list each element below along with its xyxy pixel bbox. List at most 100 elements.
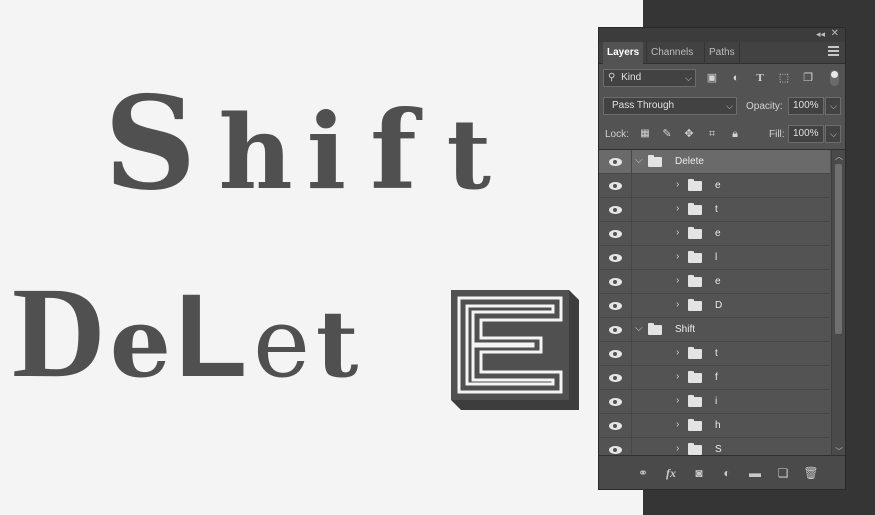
- lock-label: Lock:: [605, 129, 629, 140]
- layer-name: Shift: [675, 324, 696, 335]
- chevron-down-icon[interactable]: ⌵: [635, 155, 643, 166]
- new-layer-icon[interactable]: ❏: [775, 465, 791, 481]
- visibility-toggle[interactable]: [599, 318, 632, 341]
- layer-row[interactable]: › D: [599, 294, 830, 318]
- lock-artboard-icon[interactable]: ⌗: [703, 125, 721, 143]
- visibility-toggle[interactable]: [599, 414, 632, 437]
- art-letter-h: h: [218, 93, 293, 213]
- layer-name: t: [715, 348, 718, 359]
- layer-row[interactable]: › l: [599, 246, 830, 270]
- layer-row[interactable]: › t: [599, 198, 830, 222]
- filter-toggle[interactable]: [830, 70, 839, 86]
- chevron-right-icon[interactable]: ›: [676, 275, 679, 286]
- delete-artwork: D e L e t: [12, 268, 358, 398]
- chevron-down-icon: ⌵: [830, 129, 837, 139]
- lock-position-icon[interactable]: ✥: [680, 125, 698, 143]
- layer-row[interactable]: › h: [599, 414, 830, 438]
- panel-menu-icon[interactable]: [828, 46, 839, 57]
- layer-list-scrollbar[interactable]: ︿ ﹀: [831, 150, 845, 458]
- panel-titlebar[interactable]: ◂◂ ✕: [599, 28, 845, 42]
- eye-icon: [609, 326, 622, 334]
- blend-row: Pass Through ⌵ Opacity: 100% ⌵: [599, 95, 845, 117]
- tab-paths[interactable]: Paths: [704, 42, 740, 64]
- layer-row[interactable]: › e: [599, 270, 830, 294]
- folder-icon: [688, 251, 702, 263]
- layer-row[interactable]: › e: [599, 222, 830, 246]
- lock-all-icon[interactable]: 🔒︎: [726, 125, 744, 143]
- art-letter-i: i: [306, 90, 347, 213]
- chevron-right-icon[interactable]: ›: [676, 443, 679, 454]
- tab-channels[interactable]: Channels: [646, 42, 697, 64]
- opacity-dropdown[interactable]: ⌵: [825, 97, 841, 115]
- chevron-right-icon[interactable]: ›: [676, 179, 679, 190]
- filter-kind-select[interactable]: ⚲ Kind ⌵: [603, 69, 696, 87]
- fill-dropdown[interactable]: ⌵: [825, 125, 841, 143]
- visibility-toggle[interactable]: [599, 198, 632, 221]
- layer-name: f: [715, 372, 718, 383]
- chevron-down-icon: ⌵: [726, 101, 733, 111]
- visibility-toggle[interactable]: [599, 150, 632, 173]
- lock-transparent-icon[interactable]: ▦: [636, 125, 654, 143]
- layer-row-delete-group[interactable]: ⌵ Delete: [599, 150, 830, 174]
- new-group-icon[interactable]: ▬: [747, 465, 763, 481]
- chevron-right-icon[interactable]: ›: [676, 227, 679, 238]
- close-icon[interactable]: ✕: [831, 28, 839, 39]
- layer-row-shift-group[interactable]: ⌵ Shift: [599, 318, 830, 342]
- layer-row[interactable]: › f: [599, 366, 830, 390]
- chevron-right-icon[interactable]: ›: [676, 419, 679, 430]
- lock-pixels-icon[interactable]: ✎: [658, 125, 676, 143]
- document-canvas[interactable]: S h i f t D e L e t: [0, 0, 643, 515]
- visibility-toggle[interactable]: [599, 342, 632, 365]
- visibility-toggle[interactable]: [599, 222, 632, 245]
- mask-icon[interactable]: ◙: [691, 465, 707, 481]
- visibility-toggle[interactable]: [599, 174, 632, 197]
- collapse-icon[interactable]: ◂◂: [816, 29, 825, 40]
- adjustment-icon[interactable]: ◐: [719, 465, 735, 481]
- filter-row: ⚲ Kind ⌵ ▣ ◐ T ⬚ ❐: [599, 67, 845, 89]
- link-icon[interactable]: ⚭: [635, 465, 651, 481]
- filter-pixel-icon[interactable]: ▣: [703, 69, 721, 87]
- layer-name: t: [715, 204, 718, 215]
- blend-mode-select[interactable]: Pass Through ⌵: [603, 97, 737, 115]
- tab-layers[interactable]: Layers: [603, 42, 644, 64]
- filter-adjustment-icon[interactable]: ◐: [727, 69, 745, 87]
- layer-row[interactable]: › t: [599, 342, 830, 366]
- folder-icon: [688, 419, 702, 431]
- visibility-toggle[interactable]: [599, 390, 632, 413]
- fx-icon[interactable]: fx: [663, 465, 679, 481]
- folder-icon: [648, 155, 662, 167]
- art-letter-t2: t: [315, 290, 359, 398]
- layer-row[interactable]: › e: [599, 174, 830, 198]
- filter-shape-icon[interactable]: ⬚: [775, 69, 793, 87]
- filter-type-icon[interactable]: T: [751, 69, 769, 87]
- chevron-down-icon[interactable]: ⌵: [635, 323, 643, 334]
- maze-e-artwork: [451, 290, 579, 410]
- eye-icon: [609, 182, 622, 190]
- eye-icon: [609, 206, 622, 214]
- trash-icon[interactable]: 🗑︎: [803, 465, 819, 481]
- visibility-toggle[interactable]: [599, 366, 632, 389]
- chevron-right-icon[interactable]: ›: [676, 371, 679, 382]
- visibility-toggle[interactable]: [599, 246, 632, 269]
- art-letter-s: S: [104, 69, 197, 219]
- eye-icon: [609, 446, 622, 454]
- chevron-up-icon[interactable]: ︿: [835, 151, 843, 162]
- eye-icon: [609, 422, 622, 430]
- chevron-right-icon[interactable]: ›: [676, 347, 679, 358]
- fill-input[interactable]: 100%: [788, 125, 824, 143]
- folder-icon: [688, 299, 702, 311]
- opacity-label: Opacity:: [746, 101, 783, 112]
- layer-name: i: [715, 396, 718, 407]
- layer-row[interactable]: › i: [599, 390, 830, 414]
- chevron-right-icon[interactable]: ›: [676, 203, 679, 214]
- eye-icon: [609, 158, 622, 166]
- chevron-right-icon[interactable]: ›: [676, 251, 679, 262]
- layer-name: Delete: [675, 156, 704, 167]
- chevron-right-icon[interactable]: ›: [676, 395, 679, 406]
- scroll-thumb[interactable]: [835, 164, 842, 334]
- opacity-input[interactable]: 100%: [788, 97, 824, 115]
- chevron-right-icon[interactable]: ›: [676, 299, 679, 310]
- visibility-toggle[interactable]: [599, 270, 632, 293]
- visibility-toggle[interactable]: [599, 294, 632, 317]
- filter-smart-object-icon[interactable]: ❐: [799, 69, 817, 87]
